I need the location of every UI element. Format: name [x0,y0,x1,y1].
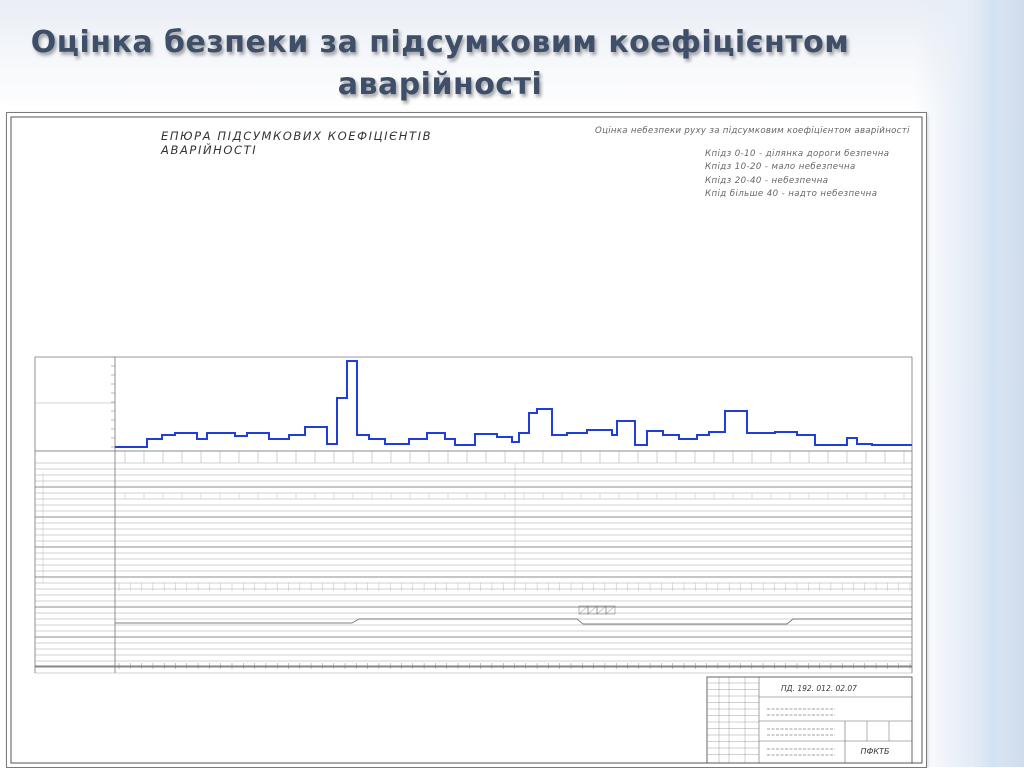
route-alignment-line [115,618,912,625]
note-line-3: Кпідз 20-40 - небезпечна [705,175,829,186]
note-line-2: Кпідз 10-20 - мало небезпечна [705,162,856,172]
stamp-organization: ПФКТБ [861,747,890,756]
slide-right-decoration [914,0,1024,767]
road-data-table [35,450,912,674]
slide-title: Оцінка безпеки за підсумковим коефіцієнт… [0,22,880,106]
slide-right-band [980,0,1006,767]
drawing-graphics: ПД. 192. 012. 02.07 ПФКТБ [10,116,923,764]
accident-coefficient-line [115,360,912,448]
engineering-drawing-sheet: ПД. 192. 012. 02.07 ПФКТБ ЕПЮРА ПІДСУМКО… [6,112,927,768]
stamp-document-code: ПД. 192. 012. 02.07 [781,684,857,693]
slide-title-line-2: аварійності [337,67,543,102]
slide-title-line-1: Оцінка безпеки за підсумковим коефіцієнт… [30,25,850,60]
accident-coefficient-chart-area [34,356,913,673]
drawing-main-title: ЕПЮРА ПІДСУМКОВИХ КОЕФІЦІЄНТІВ АВАРІЙНОС… [161,129,433,157]
note-title: Оцінка небезпеки руху за підсумковим кое… [595,126,910,136]
note-line-1: Кпідз 0-10 - ділянка дороги безпечна [705,148,890,159]
note-line-4: Кпід більше 40 - надто небезпечна [705,189,878,199]
danger-assessment-note: Оцінка небезпеки руху за підсумковим кое… [595,125,920,202]
